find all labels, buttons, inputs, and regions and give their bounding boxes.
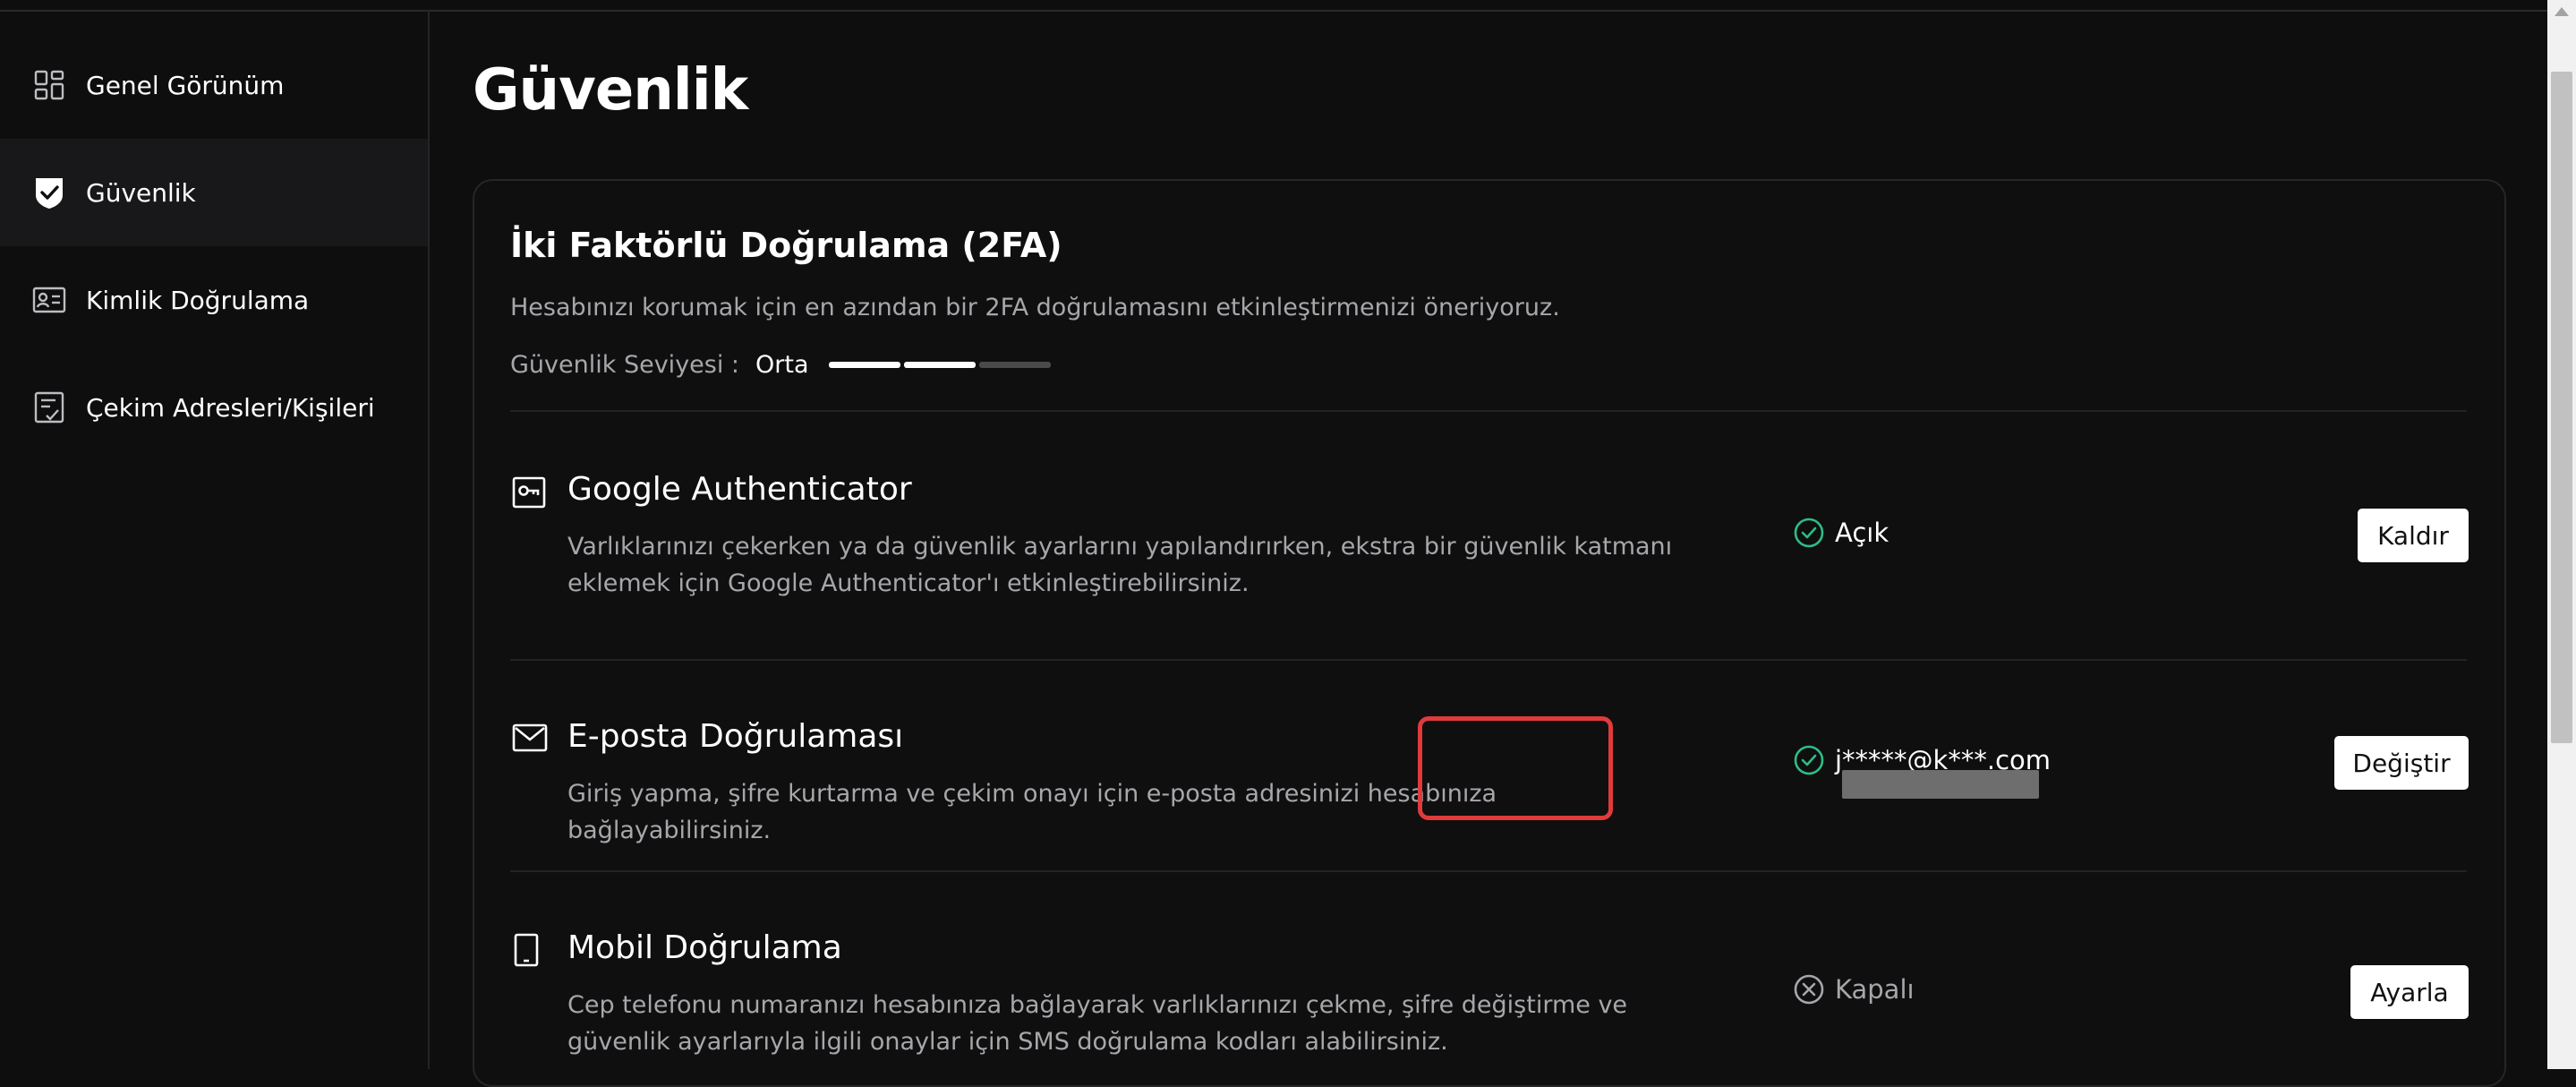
page-title: Güvenlik <box>473 57 748 124</box>
sidebar-item-withdrawal[interactable]: Çekim Adresleri/Kişileri <box>0 354 428 461</box>
method-title: E-posta Doğrulaması <box>567 718 904 755</box>
security-level-segment <box>903 361 976 368</box>
sidebar-item-label: Kimlik Doğrulama <box>86 285 310 315</box>
email-redaction <box>1842 770 2039 799</box>
key-icon <box>512 476 546 510</box>
method-description: Varlıklarınızı çekerken ya da güvenlik a… <box>567 533 1673 597</box>
shield-check-icon <box>32 175 66 210</box>
id-card-icon <box>32 283 66 317</box>
checklist-icon <box>32 390 66 424</box>
security-level-label: Güvenlik Seviyesi : <box>510 350 740 379</box>
scrollbar-thumb[interactable] <box>2551 72 2572 743</box>
divider <box>510 870 2467 872</box>
security-level-value: Orta <box>755 350 809 379</box>
scroll-up-arrow-icon[interactable] <box>2555 7 2569 16</box>
sidebar-item-identity[interactable]: Kimlik Doğrulama <box>0 246 428 354</box>
security-level: Güvenlik Seviyesi : Orta <box>510 349 1051 380</box>
setup-button[interactable]: Ayarla <box>2350 965 2469 1019</box>
method-status-text: Kapalı <box>1835 974 1915 1005</box>
remove-button[interactable]: Kaldır <box>2358 509 2469 562</box>
method-status-text: Açık <box>1835 518 1889 548</box>
check-circle-icon <box>1794 518 1824 548</box>
method-status: Kapalı <box>1794 974 1915 1005</box>
twofa-description: Hesabınızı korumak için en azından bir 2… <box>510 294 1560 321</box>
security-card: İki Faktörlü Doğrulama (2FA) Hesabınızı … <box>473 179 2506 1087</box>
method-status: Açık <box>1794 518 1889 548</box>
sidebar: Genel Görünüm Güvenlik Kimlik Doğrulama <box>0 10 430 1069</box>
security-level-segment <box>978 361 1051 368</box>
mail-icon <box>512 723 548 757</box>
method-title: Mobil Doğrulama <box>567 929 842 966</box>
security-level-bar <box>828 361 1051 368</box>
phone-icon <box>512 933 546 967</box>
check-circle-icon <box>1794 745 1824 775</box>
security-level-segment <box>828 361 900 368</box>
divider <box>510 410 2467 412</box>
sidebar-item-security[interactable]: Güvenlik <box>0 139 428 246</box>
method-title: Google Authenticator <box>567 471 912 508</box>
method-description: Cep telefonu numaranızı hesabınıza bağla… <box>567 991 1628 1056</box>
scrollbar[interactable] <box>2547 0 2576 1069</box>
divider <box>510 659 2467 661</box>
highlight-box <box>1418 716 1613 820</box>
sidebar-item-label: Güvenlik <box>86 177 196 208</box>
twofa-title: İki Faktörlü Doğrulama (2FA) <box>510 226 1062 265</box>
dashboard-icon <box>32 68 66 102</box>
sidebar-item-label: Genel Görünüm <box>86 70 285 100</box>
x-circle-icon <box>1794 974 1824 1005</box>
sidebar-item-label: Çekim Adresleri/Kişileri <box>86 392 375 423</box>
change-button[interactable]: Değiştir <box>2334 736 2469 790</box>
sidebar-item-overview[interactable]: Genel Görünüm <box>0 31 428 139</box>
